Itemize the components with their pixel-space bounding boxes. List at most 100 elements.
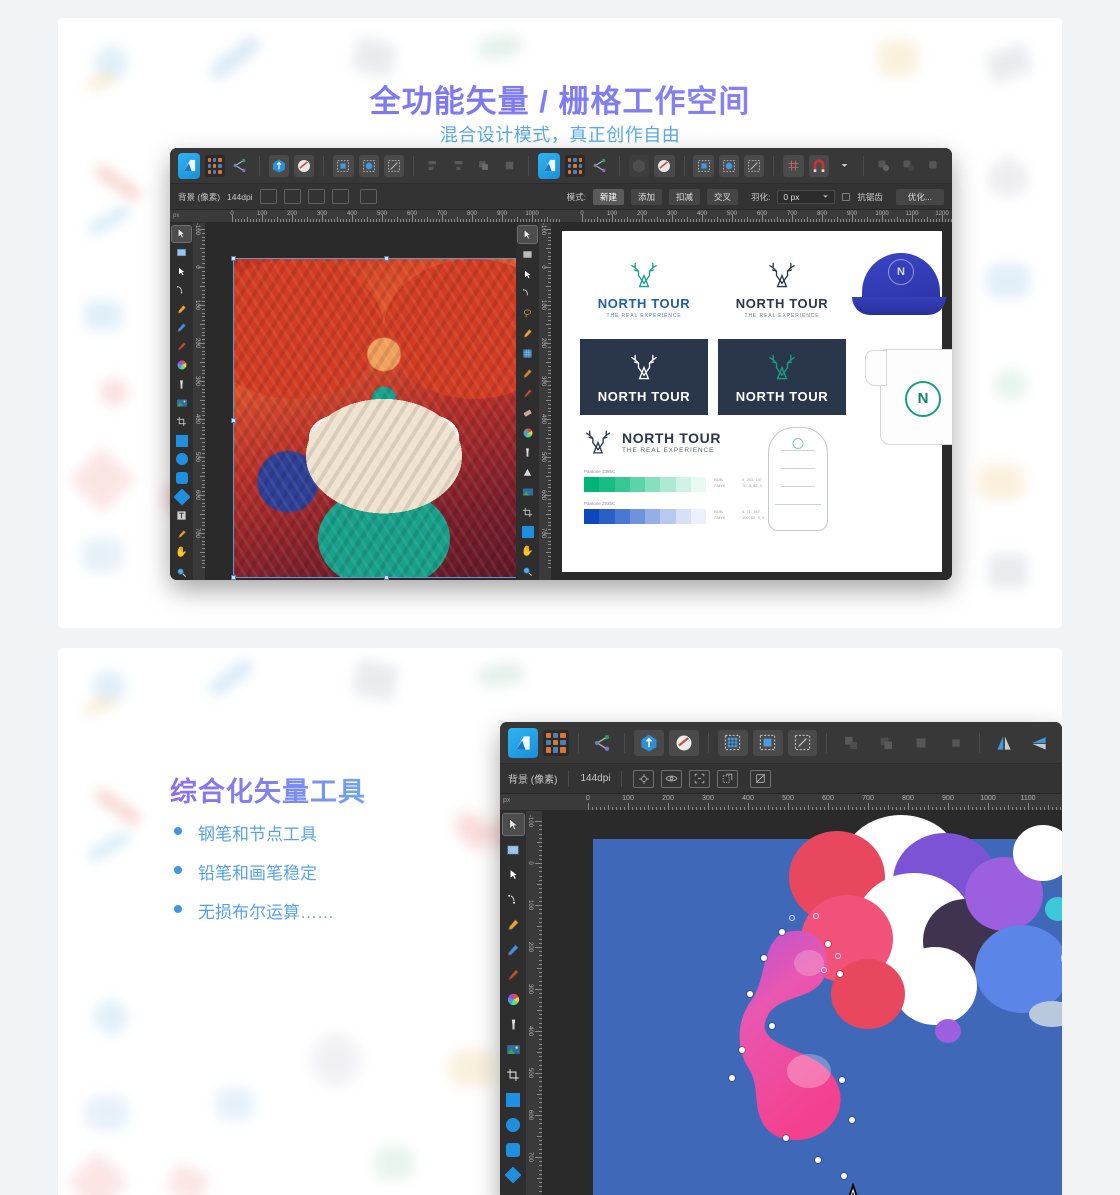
no-snap-icon[interactable] [359,189,377,204]
horizontal-ruler[interactable]: px 0 100 200 300 400 500 600 700 800 900 1000 0 100… [170,210,952,223]
dots-grid-icon[interactable] [565,154,585,177]
node-tool-icon[interactable] [503,864,524,885]
vector-node[interactable] [769,1023,775,1029]
eraser-tool-icon[interactable] [518,404,537,421]
chevron-down-icon[interactable] [834,155,854,177]
share-nodes-icon[interactable] [588,732,616,754]
vector-control-node[interactable] [789,915,795,921]
share-nodes-icon[interactable] [230,155,250,177]
vertical-ruler-right[interactable]: -100 0 100 200 300 400 500 600 700 [539,223,552,580]
move-tool-icon[interactable] [171,225,192,243]
antialias-checkbox[interactable] [842,192,851,201]
tool-palette[interactable] [500,811,526,1195]
dots-grid-icon[interactable] [542,729,569,756]
vector-node[interactable] [825,941,831,947]
affinity-logo-icon[interactable] [178,152,201,179]
selection-handle[interactable] [384,256,389,261]
boolean-intersect-icon[interactable] [924,155,944,177]
crop-tool-icon[interactable] [172,414,191,430]
vertical-ruler-left[interactable]: -100 0 100 200 300 400 500 600 700 [193,223,206,580]
rounded-rect-tool-icon[interactable] [172,470,191,486]
blob-artwork-canvas[interactable] [593,815,1062,1195]
selection-handle[interactable] [231,418,236,423]
select-refine-icon[interactable] [752,729,783,756]
eyedropper-tool-icon[interactable] [172,527,191,543]
color-wheel-tool-icon[interactable] [172,358,191,374]
paintbrush-tool-icon[interactable] [503,914,524,935]
select-pixel-icon[interactable] [333,154,354,177]
transform-icon[interactable] [383,154,405,177]
wolf-artwork[interactable] [231,256,516,580]
logo-cell-dark-green[interactable]: NORTH TOUR [718,339,846,415]
move-tool-icon[interactable] [501,813,525,836]
paintbrush-tool-icon[interactable] [518,325,537,342]
node-tool-icon[interactable] [172,264,191,280]
marquee-tool-icon[interactable] [518,246,537,263]
text-tool-icon[interactable] [172,508,191,524]
color-wheel-tool-icon[interactable] [503,989,524,1010]
duplicate-icon[interactable] [717,769,739,788]
place-image-tool-icon[interactable] [518,484,537,501]
selected-vector-path[interactable] [721,919,921,1195]
vector-node[interactable] [761,955,767,961]
fill-tool-icon[interactable] [172,376,191,392]
persona-liquify-icon[interactable] [294,154,315,177]
tool-palette-right[interactable]: ✋ [516,223,539,580]
boolean-subtract-icon[interactable] [898,155,918,177]
arrange-4-icon[interactable] [941,730,971,756]
ellipse-tool-icon[interactable] [503,1114,524,1135]
pen-tool-icon[interactable] [518,285,537,302]
pencil-tool-icon[interactable] [518,365,537,382]
selection-handle[interactable] [231,575,236,580]
hand-tool-icon[interactable]: ✋ [172,546,191,562]
diamond-tool-icon[interactable] [503,1164,524,1185]
magnet-snap-icon[interactable] [808,154,829,177]
vector-node[interactable] [779,929,785,935]
persona-liquify-icon[interactable] [669,729,699,756]
align-left-icon[interactable] [423,155,443,177]
affinity-logo-icon[interactable] [538,152,561,179]
target-icon[interactable] [259,189,277,204]
eye-icon[interactable] [283,189,301,204]
cap-mockup[interactable]: N [852,253,946,315]
brush-tool-icon[interactable] [172,339,191,355]
logo-cell-primary[interactable]: NORTH TOUR THE REAL EXPERIENCE [580,247,708,331]
rectangle-tool-icon[interactable] [172,433,191,449]
pencil-tool-icon[interactable] [172,320,191,336]
affinity-logo-icon[interactable] [508,727,538,758]
place-image-tool-icon[interactable] [172,395,191,411]
vector-node[interactable] [739,1047,745,1053]
boolean-add-icon[interactable] [873,155,893,177]
pen-tool-icon[interactable] [172,282,191,298]
brand-sheet[interactable]: NORTH TOUR THE REAL EXPERIENCE NORTH TOU… [562,231,952,572]
grid-snap-icon[interactable] [783,154,804,177]
transform-icon[interactable] [744,154,765,177]
align-center-icon[interactable] [448,155,468,177]
grid-tool-icon[interactable] [518,345,537,362]
document-canvas-wolf[interactable] [206,223,516,580]
node-tool-icon[interactable] [518,266,537,283]
place-image-tool-icon[interactable] [503,1039,524,1060]
document-canvas-blob[interactable] [543,811,1062,1195]
vector-node[interactable] [729,1075,735,1081]
marquee-tool-icon[interactable] [172,245,191,261]
color-wheel-tool-icon[interactable] [518,424,537,441]
vector-control-node[interactable] [835,953,841,959]
rectangle-tool-icon[interactable] [518,523,537,540]
crop-tool-icon[interactable] [503,1064,524,1085]
refine-button[interactable]: 优化... [895,188,944,205]
zoom-tool-icon[interactable] [518,563,537,580]
vector-node[interactable] [841,1173,847,1179]
logo-cell-mono[interactable]: NORTH TOUR THE REAL EXPERIENCE [718,247,846,331]
select-pixel-icon[interactable] [718,729,748,756]
persona-liquify-icon[interactable] [654,154,675,177]
pencil-tool-icon[interactable] [503,939,524,960]
target-icon[interactable] [633,769,655,788]
arrange-1-icon[interactable] [836,730,866,756]
mode-intersect-button[interactable]: 交叉 [707,188,739,205]
vector-node[interactable] [815,1157,821,1163]
triangle-tool-icon[interactable] [518,464,537,481]
share-nodes-icon[interactable] [590,155,610,177]
select-pixel-icon[interactable] [693,154,714,177]
move-tool-icon[interactable] [517,225,538,244]
